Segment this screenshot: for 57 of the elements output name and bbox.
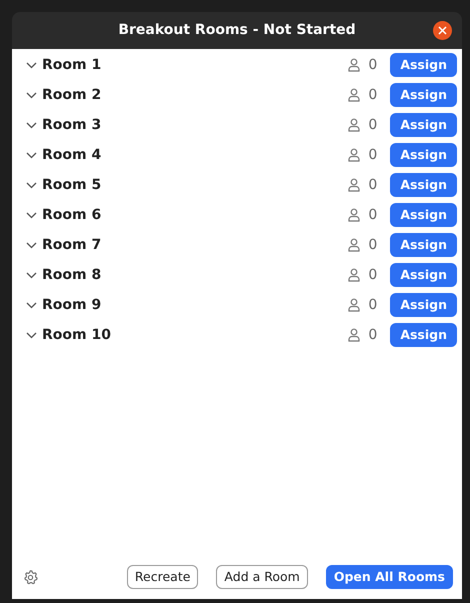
room-name: Room 2 bbox=[42, 86, 102, 104]
participant-count: 0 bbox=[368, 326, 378, 344]
assign-button[interactable]: Assign bbox=[390, 53, 457, 77]
person-icon bbox=[348, 268, 360, 282]
chevron-down-icon[interactable] bbox=[26, 62, 37, 68]
person-icon bbox=[348, 58, 360, 72]
person-icon bbox=[348, 238, 360, 252]
participant-count: 0 bbox=[368, 206, 378, 224]
person-icon bbox=[348, 88, 360, 102]
chevron-down-icon[interactable] bbox=[26, 302, 37, 308]
room-name: Room 6 bbox=[42, 206, 102, 224]
open-rooms-button[interactable]: Open All Rooms bbox=[326, 565, 453, 589]
assign-button[interactable]: Assign bbox=[390, 203, 457, 227]
assign-button[interactable]: Assign bbox=[390, 293, 457, 317]
room-name: Room 8 bbox=[42, 266, 102, 284]
participant-count: 0 bbox=[368, 266, 378, 284]
chevron-down-icon[interactable] bbox=[26, 272, 37, 278]
assign-button[interactable]: Assign bbox=[390, 323, 457, 347]
window-title: Breakout Rooms - Not Started bbox=[118, 21, 356, 40]
person-icon bbox=[348, 208, 360, 222]
assign-button[interactable]: Assign bbox=[390, 113, 457, 137]
room-name: Room 10 bbox=[42, 326, 111, 344]
chevron-down-icon[interactable] bbox=[26, 122, 37, 128]
participant-count: 0 bbox=[368, 236, 378, 254]
room-name: Room 4 bbox=[42, 146, 102, 164]
assign-button[interactable]: Assign bbox=[390, 173, 457, 197]
room-name: Room 9 bbox=[42, 296, 102, 314]
close-button[interactable] bbox=[433, 21, 452, 40]
participant-count: 0 bbox=[368, 86, 378, 104]
room-name: Room 1 bbox=[42, 56, 102, 74]
close-icon bbox=[438, 26, 447, 35]
chevron-down-icon[interactable] bbox=[26, 212, 37, 218]
footer-button[interactable]: Add a Room bbox=[216, 565, 308, 589]
participant-count: 0 bbox=[368, 116, 378, 134]
assign-button[interactable]: Assign bbox=[390, 143, 457, 167]
person-icon bbox=[348, 298, 360, 312]
assign-button[interactable]: Assign bbox=[390, 263, 457, 287]
assign-button[interactable]: Assign bbox=[390, 83, 457, 107]
room-name: Room 5 bbox=[42, 176, 102, 194]
footer-button[interactable]: Recreate bbox=[126, 565, 198, 589]
chevron-down-icon[interactable] bbox=[26, 242, 37, 248]
participant-count: 0 bbox=[368, 56, 378, 74]
participant-count: 0 bbox=[368, 296, 378, 314]
chevron-down-icon[interactable] bbox=[26, 332, 37, 338]
chevron-down-icon[interactable] bbox=[26, 182, 37, 188]
chevron-down-icon[interactable] bbox=[26, 152, 37, 158]
person-icon bbox=[348, 328, 360, 342]
chevron-down-icon[interactable] bbox=[26, 92, 37, 98]
room-name: Room 3 bbox=[42, 116, 102, 134]
person-icon bbox=[348, 148, 360, 162]
room-name: Room 7 bbox=[42, 236, 102, 254]
assign-button[interactable]: Assign bbox=[390, 233, 457, 257]
settings-icon[interactable] bbox=[22, 568, 39, 586]
person-icon bbox=[348, 118, 360, 132]
participant-count: 0 bbox=[368, 146, 378, 164]
person-icon bbox=[348, 178, 360, 192]
participant-count: 0 bbox=[368, 176, 378, 194]
